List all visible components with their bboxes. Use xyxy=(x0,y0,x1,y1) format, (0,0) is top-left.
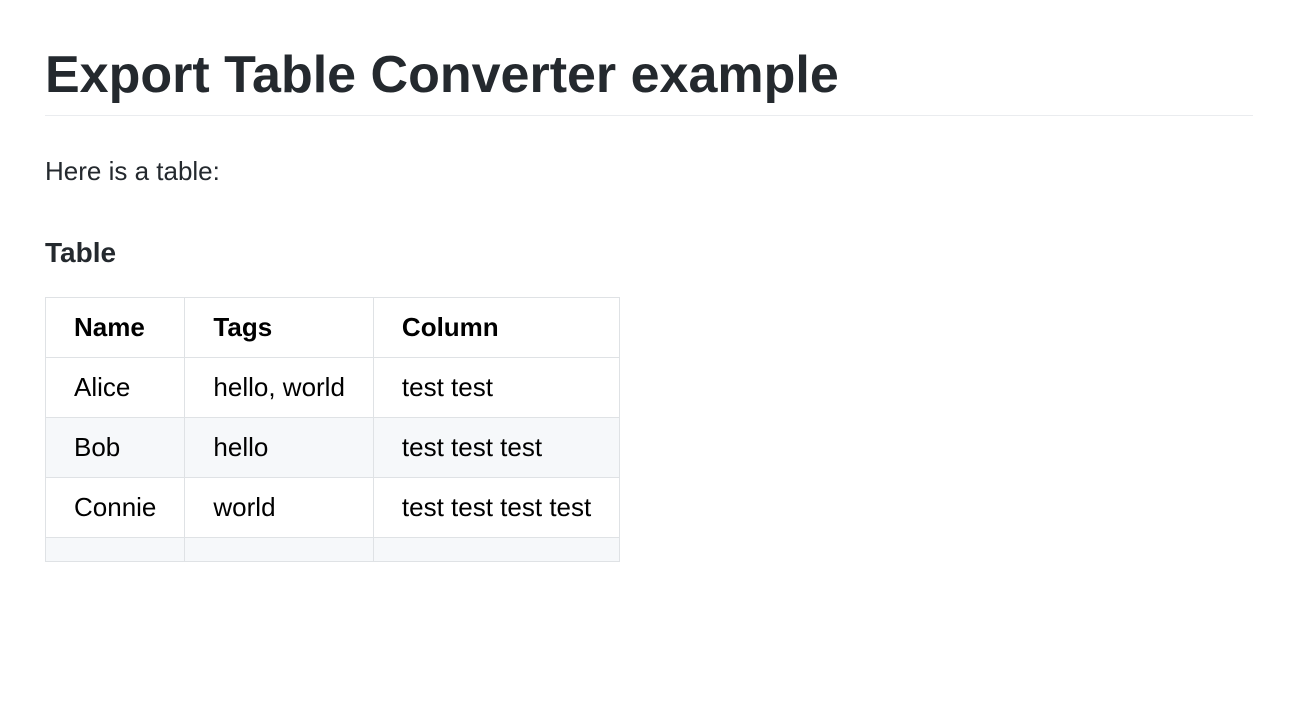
table-cell: Bob xyxy=(46,418,185,478)
table-cell: test test xyxy=(373,358,619,418)
table-row: Bob hello test test test xyxy=(46,418,620,478)
intro-text: Here is a table: xyxy=(45,156,1253,187)
table-header-tags: Tags xyxy=(185,298,374,358)
table-row: Connie world test test test test xyxy=(46,478,620,538)
table-cell xyxy=(373,538,619,562)
table-cell xyxy=(185,538,374,562)
table-header-row: Name Tags Column xyxy=(46,298,620,358)
page-title: Export Table Converter example xyxy=(45,45,1253,116)
table-header-column: Column xyxy=(373,298,619,358)
table-heading: Table xyxy=(45,237,1253,269)
data-table: Name Tags Column Alice hello, world test… xyxy=(45,297,620,562)
table-cell: world xyxy=(185,478,374,538)
table-cell: hello xyxy=(185,418,374,478)
table-cell: Connie xyxy=(46,478,185,538)
table-cell xyxy=(46,538,185,562)
table-cell: test test test xyxy=(373,418,619,478)
table-row xyxy=(46,538,620,562)
table-row: Alice hello, world test test xyxy=(46,358,620,418)
table-cell: test test test test xyxy=(373,478,619,538)
table-header-name: Name xyxy=(46,298,185,358)
table-cell: hello, world xyxy=(185,358,374,418)
table-cell: Alice xyxy=(46,358,185,418)
